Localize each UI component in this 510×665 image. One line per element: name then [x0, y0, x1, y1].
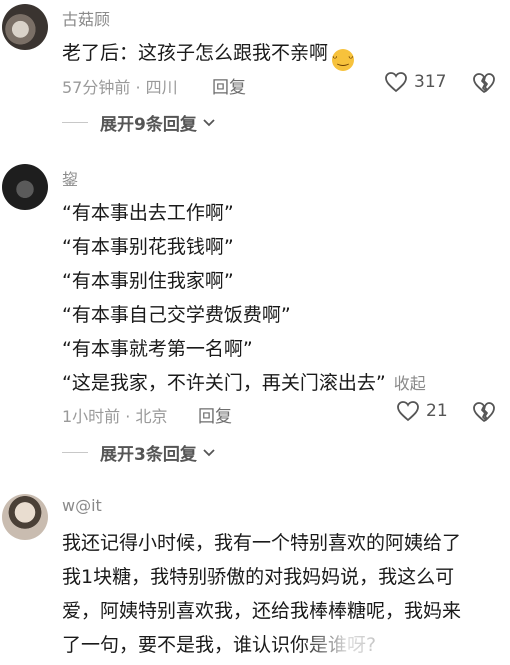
divider — [62, 122, 88, 123]
chevron-down-icon — [203, 118, 215, 126]
like-count: 21 — [426, 401, 448, 421]
expand-label: 展开3条回复 — [100, 445, 197, 465]
avatar[interactable] — [2, 4, 48, 50]
comment-meta: 57分钟前 · 四川 — [62, 78, 178, 97]
heart-outline-icon — [385, 72, 407, 93]
like-button[interactable]: 21 — [396, 400, 448, 422]
watermark-fade — [300, 630, 420, 665]
chevron-down-icon — [203, 448, 215, 456]
expand-replies-button[interactable]: 展开9条回复 — [62, 110, 215, 135]
expand-replies-button[interactable]: 展开3条回复 — [62, 440, 215, 465]
divider — [62, 452, 88, 453]
like-count: 317 — [414, 72, 447, 92]
comment-line: “有本事自己交学费饭费啊” — [62, 304, 291, 326]
broken-heart-icon[interactable] — [472, 401, 496, 423]
reply-button[interactable]: 回复 — [212, 73, 246, 98]
reply-button[interactable]: 回复 — [198, 402, 232, 427]
comment-line: 我还记得小时候，我有一个特别喜欢的阿姨给了 — [62, 532, 462, 554]
grinning-sweat-emoji-icon: ᵕ‿ᵕ — [332, 49, 355, 71]
comment-meta: 1小时前 · 北京 — [62, 407, 168, 426]
comment-line: 我1块糖，我特别骄傲的对我妈妈说，我这么可 — [62, 566, 455, 588]
username[interactable]: w@it — [62, 496, 102, 515]
collapse-button[interactable]: 收起 — [394, 374, 426, 393]
avatar[interactable] — [2, 164, 48, 210]
comment-line: 爱，阿姨特别喜欢我，还给我棒棒糖呢，我妈来 — [62, 600, 462, 622]
comment-line: “有本事就考第一名啊” — [62, 338, 253, 360]
comment-line: “有本事别花我钱啊” — [62, 236, 234, 258]
username[interactable]: 古菇顾 — [62, 6, 110, 30]
expand-label: 展开9条回复 — [100, 115, 197, 135]
username[interactable]: 鋆 — [62, 166, 78, 190]
comment-line-last: “这是我家，不许关门，再关门滚出去” 收起 — [62, 368, 426, 395]
avatar[interactable] — [2, 494, 48, 540]
comment-line: “有本事出去工作啊” — [62, 202, 234, 224]
comment-line: “有本事别住我家啊” — [62, 270, 234, 292]
comment-line: 老了后：这孩子怎么跟我不亲啊 — [62, 42, 329, 64]
like-button[interactable]: 317 — [384, 71, 446, 93]
heart-outline-icon — [397, 401, 419, 422]
comment-text: 老了后：这孩子怎么跟我不亲啊 ᵕ‿ᵕ — [62, 38, 355, 71]
broken-heart-icon[interactable] — [472, 72, 496, 94]
comment-line: “这是我家，不许关门，再关门滚出去” — [62, 372, 386, 394]
